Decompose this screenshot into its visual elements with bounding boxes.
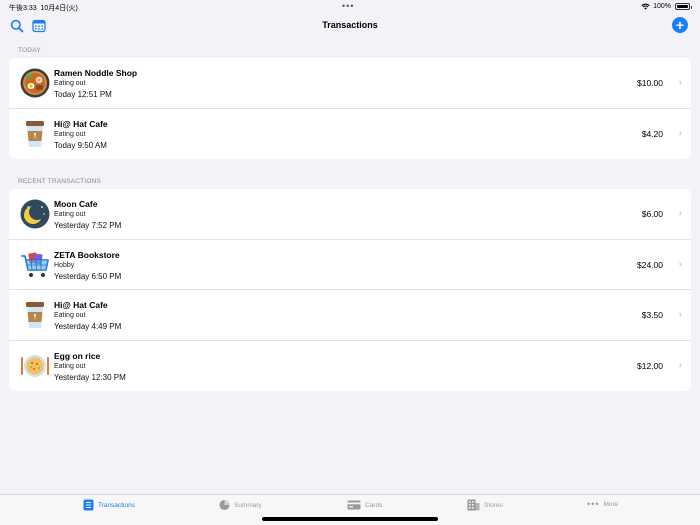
transaction-time: Yesterday 6:50 PM	[54, 271, 122, 281]
transaction-name: Hi@ Hat Cafe	[54, 300, 108, 310]
list-item[interactable]: Ramen Noddle Shop Eating out Today 12:51…	[9, 58, 691, 109]
tab-label: More	[603, 500, 619, 508]
transaction-category: Eating out	[54, 362, 86, 370]
shopping-cart-icon	[21, 251, 49, 277]
transaction-amount: $3.50	[641, 310, 663, 320]
status-right: 100%	[641, 3, 692, 10]
tab-more[interactable]: ••• More	[587, 499, 618, 509]
page-title: Transactions	[322, 20, 378, 30]
recent-list: Moon Cafe Eating out Yesterday 7:52 PM $…	[9, 189, 691, 391]
transaction-amount: $12.00	[637, 360, 663, 371]
transaction-time: Yesterday 7:52 PM	[54, 221, 122, 230]
list-item[interactable]: Moon Cafe Eating out Yesterday 7:52 PM $…	[9, 189, 691, 240]
transaction-name: Egg on rice	[54, 350, 101, 361]
transaction-name: Ramen Noddle Shop	[54, 68, 138, 78]
tab-summary[interactable]: Summary	[219, 499, 262, 511]
battery-percent: 100%	[653, 3, 671, 10]
egg-rice-icon	[21, 354, 49, 377]
transaction-name: Hi@ Hat Cafe	[54, 118, 108, 129]
transaction-amount: $4.20	[641, 128, 663, 139]
chevron-right-icon: ›	[678, 258, 682, 270]
card-icon	[347, 500, 361, 510]
coffee-cup-icon	[26, 120, 44, 147]
pie-chart-icon	[219, 499, 230, 511]
tab-label: Cards	[365, 501, 383, 509]
tab-label: Stores	[484, 501, 503, 509]
transaction-category: Eating out	[54, 211, 86, 218]
today-list: Ramen Noddle Shop Eating out Today 12:51…	[9, 58, 691, 159]
transaction-name: ZETA Bookstore	[54, 249, 120, 260]
battery-icon	[675, 3, 692, 10]
tab-stores[interactable]: Stores	[467, 499, 503, 511]
status-time: 午後3:33 10月4日(火)	[9, 5, 78, 12]
transaction-category: Eating out	[54, 130, 86, 138]
section-header-today: TODAY	[18, 47, 41, 54]
list-item[interactable]: Hi@ Hat Cafe Eating out Today 9:50 AM $4…	[9, 109, 691, 160]
transaction-time: Today 12:51 PM	[54, 90, 112, 99]
wifi-icon	[641, 3, 650, 10]
coffee-cup-icon	[26, 302, 44, 328]
add-transaction-button[interactable]: +	[672, 17, 688, 33]
chevron-right-icon: ›	[678, 127, 682, 139]
transaction-category: Eating out	[54, 312, 86, 319]
list-item[interactable]: ZETA Bookstore Hobby Yesterday 6:50 PM $…	[9, 240, 691, 290]
transaction-amount: $10.00	[637, 78, 663, 88]
transaction-category: Hobby	[54, 261, 75, 269]
transaction-amount: $6.00	[641, 209, 663, 219]
status-bar: 午後3:33 10月4日(火) ••• 100%	[0, 0, 700, 14]
tab-label: Summary	[234, 501, 262, 509]
tab-label: Transactions	[98, 501, 135, 509]
transaction-time: Today 9:50 AM	[54, 140, 107, 150]
list-item[interactable]: Hi@ Hat Cafe Eating out Yesterday 4:49 P…	[9, 290, 691, 341]
multitasking-dots-icon[interactable]: •••	[342, 1, 354, 11]
list-icon	[83, 499, 94, 511]
transaction-time: Yesterday 12:30 PM	[54, 372, 126, 382]
transaction-amount: $24.00	[637, 259, 663, 270]
transaction-time: Yesterday 4:49 PM	[54, 322, 122, 331]
navigation-bar: Transactions +	[0, 14, 700, 38]
chevron-right-icon: ›	[678, 359, 682, 371]
chevron-right-icon: ›	[678, 208, 682, 219]
transaction-name: Moon Cafe	[54, 199, 98, 209]
chevron-right-icon: ›	[678, 77, 682, 88]
home-indicator[interactable]	[262, 517, 438, 521]
tab-cards[interactable]: Cards	[347, 499, 382, 511]
moon-icon	[20, 199, 50, 229]
list-item[interactable]: Egg on rice Eating out Yesterday 12:30 P…	[9, 341, 691, 392]
section-header-recent: RECENT TRANSACTIONS	[18, 178, 102, 185]
tab-transactions[interactable]: Transactions	[83, 499, 135, 511]
building-icon	[467, 499, 480, 511]
transaction-category: Eating out	[54, 80, 86, 87]
chevron-right-icon: ›	[678, 309, 682, 320]
ramen-icon	[20, 68, 50, 98]
ellipsis-icon: •••	[587, 499, 600, 509]
